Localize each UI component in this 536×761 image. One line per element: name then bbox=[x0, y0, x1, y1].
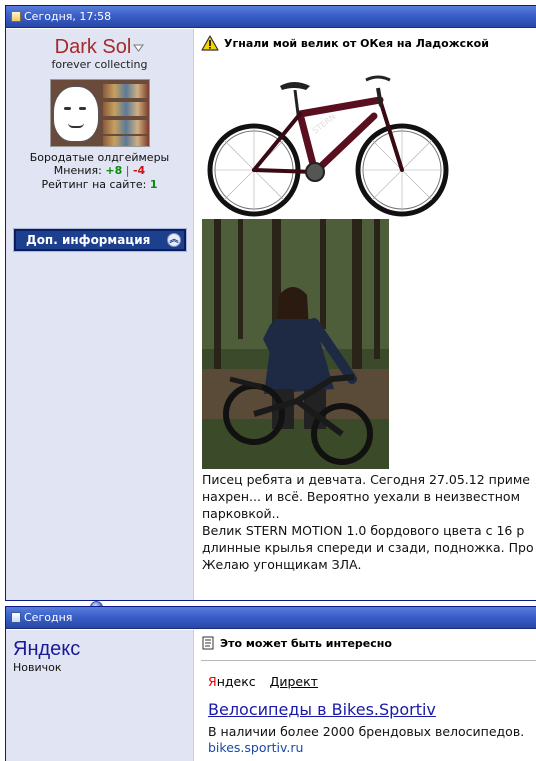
rating-label: Рейтинг на сайте: bbox=[41, 178, 147, 191]
user-opinions: Мнения: +8 | -4 bbox=[6, 164, 193, 178]
rating-value: 1 bbox=[149, 178, 158, 191]
username-text[interactable]: Dark Sol bbox=[55, 36, 132, 58]
post-status-icon bbox=[11, 11, 21, 22]
avatar[interactable] bbox=[49, 79, 150, 147]
post-title: Это может быть интересно bbox=[201, 636, 392, 650]
post-content: Угнали мой велик от ОКея на Ладожской ST… bbox=[195, 29, 536, 600]
post-date: Сегодня, 17:58 bbox=[24, 9, 112, 23]
yandex-logo-rest: ндекс bbox=[216, 674, 256, 689]
post-title-text: Это может быть интересно bbox=[220, 636, 392, 650]
forum-post-ad: Сегодня Яндекс Новичок Это может быть ин… bbox=[5, 606, 536, 761]
bicycle-image[interactable]: STERN bbox=[202, 66, 452, 218]
post-title: Угнали мой велик от ОКея на Ладожской bbox=[201, 35, 489, 51]
post-header: Сегодня, 17:58 bbox=[6, 6, 536, 28]
user-title: Новичок bbox=[13, 661, 62, 674]
post-body-line: нахрен... и всё. Вероятно уехали в неизв… bbox=[202, 489, 521, 504]
yandex-logo-letter: Я bbox=[208, 674, 217, 689]
ad-url-link[interactable]: bikes.sportiv.ru bbox=[208, 740, 303, 755]
user-info-panel: Яндекс Новичок bbox=[6, 630, 194, 761]
more-info-button[interactable]: Доп. информация ︽ bbox=[13, 228, 187, 252]
user-group: Бородатые олдгеймеры bbox=[29, 151, 170, 164]
post-body: Писец ребята и девчата. Сегодня 27.05.12… bbox=[202, 471, 536, 573]
opinions-negative[interactable]: -4 bbox=[133, 164, 145, 177]
warning-icon bbox=[201, 35, 219, 51]
direct-link[interactable]: Директ bbox=[270, 674, 318, 689]
ad-headline-link[interactable]: Велосипеды в Bikes.Sportiv bbox=[208, 700, 436, 719]
post-content: Это может быть интересно Яндекс Директ В… bbox=[195, 630, 536, 761]
chevron-up-icon: ︽ bbox=[167, 233, 181, 247]
post-header: Сегодня bbox=[6, 607, 536, 629]
post-body-line: парковкой.. bbox=[202, 506, 280, 521]
username[interactable]: Dark Sol bbox=[6, 36, 193, 58]
post-title-text: Угнали мой велик от ОКея на Ладожской bbox=[224, 36, 489, 50]
ad-source-links: Яндекс Директ bbox=[208, 674, 318, 689]
user-title: forever collecting bbox=[51, 58, 148, 71]
username[interactable]: Яндекс bbox=[13, 638, 80, 661]
user-menu-icon[interactable] bbox=[133, 44, 145, 52]
opinions-label: Мнения: bbox=[53, 164, 102, 177]
photo-man-with-bicycle[interactable] bbox=[202, 219, 389, 469]
ad-description: В наличии более 2000 брендовых велосипед… bbox=[208, 724, 525, 739]
post-status-icon bbox=[11, 612, 21, 623]
post-body-line: длинные крылья спереди и сзади, подножка… bbox=[202, 540, 534, 555]
user-info-panel: Dark Sol forever collecting Бородатые ол… bbox=[6, 29, 194, 614]
more-info-label: Доп. информация bbox=[26, 233, 151, 247]
forum-post: Сегодня, 17:58 Dark Sol forever collecti… bbox=[5, 5, 536, 614]
yandex-link[interactable]: Яндекс bbox=[208, 674, 256, 689]
divider bbox=[201, 660, 536, 661]
user-rating: Рейтинг на сайте: 1 bbox=[6, 178, 193, 192]
post-body-line: Желаю угонщикам ЗЛА. bbox=[202, 557, 362, 572]
post-date: Сегодня bbox=[24, 610, 73, 624]
post-body-line: Велик STERN MOTION 1.0 бордового цвета с… bbox=[202, 523, 525, 538]
opinions-separator: | bbox=[125, 164, 130, 177]
document-icon bbox=[202, 636, 214, 650]
post-body-line: Писец ребята и девчата. Сегодня 27.05.12… bbox=[202, 472, 530, 487]
opinions-positive[interactable]: +8 bbox=[105, 164, 122, 177]
